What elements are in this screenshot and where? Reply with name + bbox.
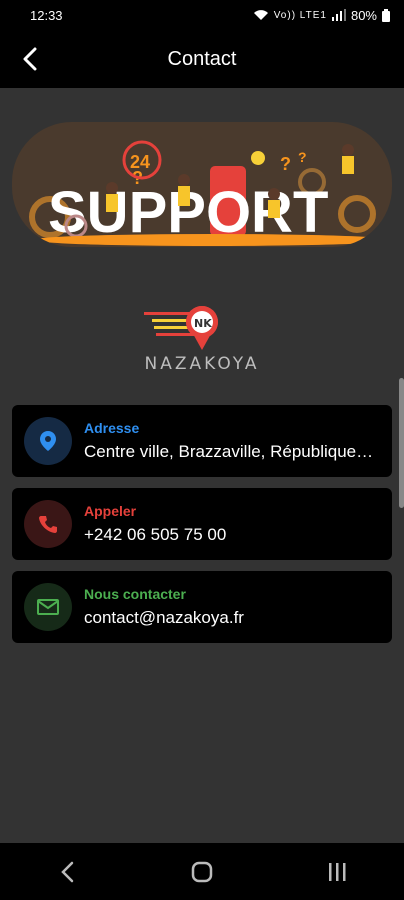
logo-name: NAZAKOYA [144,354,260,374]
battery-icon [382,8,390,22]
nazakoya-logo: NK NAZAKOYA [136,298,268,378]
address-label: Adresse [84,420,140,436]
network-label: Vo)) LTE1 [273,9,327,21]
nav-home-button[interactable] [172,852,232,892]
email-label: Nous contacter [84,586,186,602]
svg-text:?: ? [298,149,307,165]
phone-circle [24,500,72,548]
back-button[interactable] [14,43,46,75]
scrollbar[interactable] [399,378,404,508]
svg-text:NK: NK [194,317,212,330]
page-title: Contact [167,47,237,70]
status-time: 12:33 [30,7,63,23]
battery-percent: 80% [350,7,377,23]
status-bar: 12:33 Vo)) LTE1 80% [0,0,404,30]
phone-icon [39,516,57,533]
support-banner: ? ? ? 24 SUPPORT [12,122,392,247]
call-label: Appeler [84,503,137,519]
app-bar: Contact [0,30,404,88]
system-nav-bar [0,843,404,900]
arrow-left-icon [23,47,37,71]
nav-back-button[interactable] [37,852,97,892]
mail-circle [24,583,72,631]
wifi-icon [253,10,268,20]
status-icons: Vo)) LTE1 80% [253,8,390,23]
contact-content: ? ? ? 24 SUPPORT NK NAZAKOYA Adresse Cen… [0,88,404,843]
call-card[interactable]: Appeler +242 06 505 75 00 [12,488,392,560]
call-value: +242 06 505 75 00 [84,525,227,544]
svg-text:?: ? [280,154,291,174]
mail-icon [37,599,59,615]
address-card[interactable]: Adresse Centre ville, Brazzaville, Répub… [12,405,392,477]
location-circle [24,417,72,465]
nav-recents-button[interactable] [307,852,367,892]
email-card[interactable]: Nous contacter contact@nazakoya.fr [12,571,392,643]
location-pin-icon [40,431,56,451]
email-value: contact@nazakoya.fr [84,608,244,627]
address-value: Centre ville, Brazzaville, République du… [84,442,374,461]
support-illustration: ? ? ? 24 SUPPORT [29,140,392,246]
nav-home-icon [191,861,213,882]
nav-back-icon [61,861,74,882]
badge-24: 24 [130,152,150,172]
signal-icon [331,9,346,21]
nav-recents-icon [328,862,346,881]
nazakoya-logo-mark: NK [144,306,218,352]
